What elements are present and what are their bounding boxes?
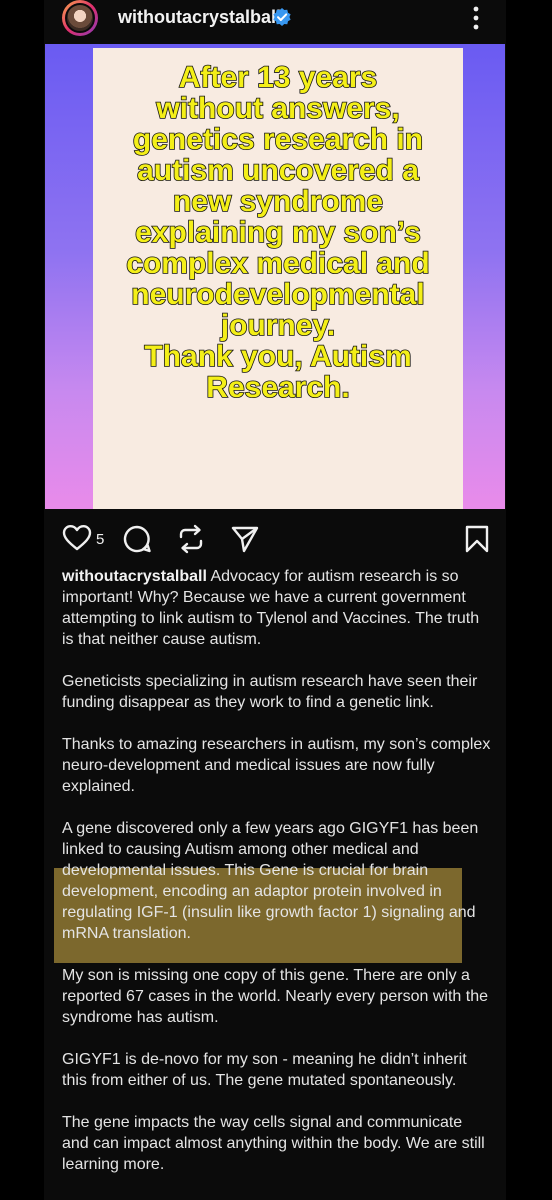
caption-paragraph-1: withoutacrystalball Advocacy for autism … [62,566,492,650]
post-image[interactable]: After 13 years without answers, genetics… [45,44,505,509]
profile-photo [65,3,95,33]
more-vertical-icon[interactable] [466,4,486,32]
username-link[interactable]: withoutacrystalball [118,7,281,28]
post-image-panel: After 13 years without answers, genetics… [93,48,463,509]
like-count[interactable]: 5 [96,531,104,548]
share-icon[interactable] [230,524,260,554]
bookmark-icon[interactable] [464,524,490,554]
action-bar: 5 [44,516,506,560]
caption-paragraph-5: My son is missing one copy of this gene.… [62,967,488,1026]
post-header: withoutacrystalball [44,0,506,40]
caption-username[interactable]: withoutacrystalball [62,568,207,585]
caption: withoutacrystalball Advocacy for autism … [62,566,492,1196]
comment-icon[interactable] [122,524,152,554]
avatar[interactable] [62,0,98,36]
caption-paragraph-2: Geneticists specializing in autism resea… [62,673,478,711]
caption-paragraph-3: Thanks to amazing researchers in autism,… [62,736,491,795]
post-container: withoutacrystalball After 13 years witho… [44,0,506,1200]
heart-icon[interactable] [62,524,92,552]
caption-paragraph-7: The gene impacts the way cells signal an… [62,1114,485,1173]
post-image-text: After 13 years without answers, genetics… [125,61,430,404]
repost-icon[interactable] [176,524,206,554]
caption-paragraph-6: GIGYF1 is de-novo for my son - meaning h… [62,1051,467,1089]
caption-paragraph-4: A gene discovered only a few years ago G… [62,820,479,942]
verified-badge-icon [273,8,291,26]
